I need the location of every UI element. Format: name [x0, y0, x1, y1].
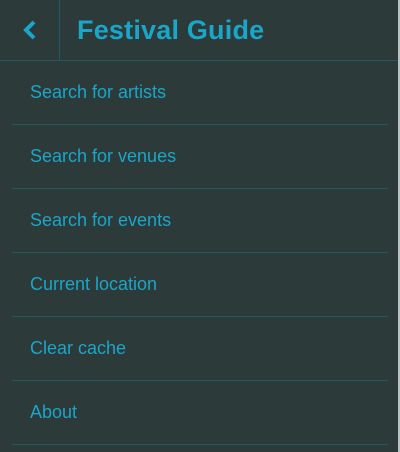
menu-item-label: About [30, 402, 78, 422]
back-button[interactable] [0, 0, 60, 60]
page-title: Festival Guide [77, 14, 265, 45]
navigation-menu: Search for artists Search for venues Sea… [0, 61, 400, 445]
menu-item-label: Current location [30, 274, 158, 294]
menu-item-label: Clear cache [30, 338, 127, 358]
menu-item-label: Search for events [30, 210, 172, 230]
app-header: Festival Guide [0, 0, 400, 61]
menu-item-clear-cache[interactable]: Clear cache [12, 317, 388, 381]
menu-item-label: Search for artists [30, 82, 167, 102]
festival-guide-drawer: Festival Guide Search for artists Search… [0, 0, 400, 452]
menu-item-search-venues[interactable]: Search for venues [12, 125, 388, 189]
menu-item-search-artists[interactable]: Search for artists [12, 61, 388, 125]
chevron-left-icon [22, 20, 35, 40]
menu-item-label: Search for venues [30, 146, 177, 166]
menu-item-about[interactable]: About [12, 381, 388, 445]
menu-item-current-location[interactable]: Current location [12, 253, 388, 317]
menu-item-search-events[interactable]: Search for events [12, 189, 388, 253]
